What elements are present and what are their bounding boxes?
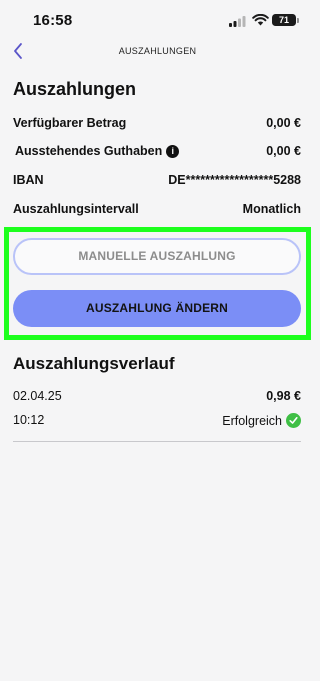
status-time: 16:58 xyxy=(33,12,73,29)
available-amount-value: 0,00 € xyxy=(266,116,301,130)
divider xyxy=(13,441,301,442)
pending-balance-row: Ausstehendes Guthaben i 0,00 € xyxy=(13,144,301,164)
change-payout-button[interactable]: AUSZAHLUNG ÄNDERN xyxy=(13,290,301,327)
signal-icon xyxy=(229,16,246,27)
history-amount: 0,98 € xyxy=(266,389,301,403)
payout-interval-value: Monatlich xyxy=(242,202,301,216)
wifi-icon xyxy=(252,14,269,26)
battery-level: 71 xyxy=(278,15,289,25)
history-item-time-row: 10:12 Erfolgreich xyxy=(13,413,301,433)
iban-value: DE******************5288 xyxy=(168,173,301,187)
info-icon[interactable]: i xyxy=(166,145,180,158)
nav-bar: AUSZAHLUNGEN xyxy=(0,38,315,66)
history-status-wrap: Erfolgreich xyxy=(222,413,301,428)
payout-interval-label: Auszahlungsintervall xyxy=(13,202,139,216)
nav-title: AUSZAHLUNGEN xyxy=(118,46,197,56)
history-date: 02.04.25 xyxy=(13,389,62,403)
pending-balance-label: Ausstehendes Guthaben xyxy=(15,144,163,158)
history-status: Erfolgreich xyxy=(222,414,282,428)
battery-icon: 71 xyxy=(272,14,296,26)
manual-payout-button[interactable]: MANUELLE AUSZAHLUNG xyxy=(13,238,301,275)
history-title: Auszahlungsverlauf xyxy=(13,354,175,373)
status-bar: 16:58 71 xyxy=(0,0,315,40)
pending-balance-value: 0,00 € xyxy=(266,144,301,158)
iban-label: IBAN xyxy=(13,173,44,187)
available-amount-label: Verfügbarer Betrag xyxy=(13,116,127,130)
battery-tip xyxy=(297,18,299,23)
payout-interval-row: Auszahlungsintervall Monatlich xyxy=(13,202,301,222)
check-circle-icon xyxy=(286,413,301,428)
history-time: 10:12 xyxy=(13,413,45,427)
pending-balance-label-wrap: Ausstehendes Guthaben i xyxy=(15,144,180,158)
page-title: Auszahlungen xyxy=(13,79,137,99)
history-item-date-row: 02.04.25 0,98 € xyxy=(13,389,301,409)
iban-row: IBAN DE******************5288 xyxy=(13,173,301,193)
available-amount-row: Verfügbarer Betrag 0,00 € xyxy=(13,116,301,136)
